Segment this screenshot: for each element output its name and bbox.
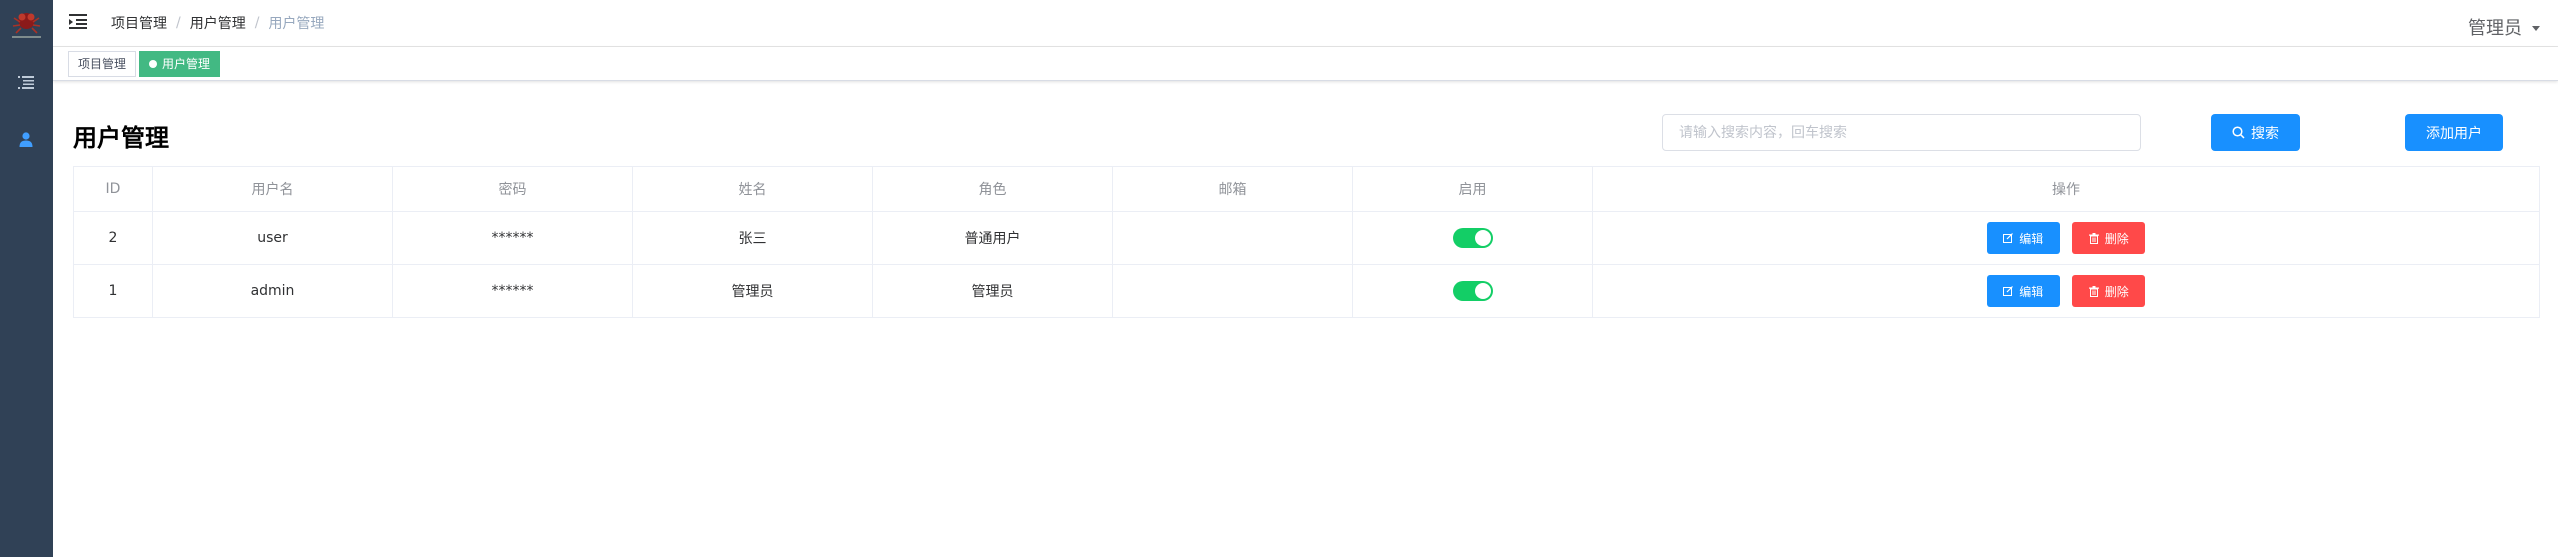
- cell-role: 普通用户: [872, 211, 1113, 265]
- enabled-switch[interactable]: [1452, 281, 1493, 301]
- switch-knob: [1474, 283, 1491, 299]
- column-header-id: ID: [73, 166, 153, 212]
- top-navbar: 项目管理 / 用户管理 / 用户管理 管理员: [53, 0, 2558, 47]
- user-menu-label: 管理员: [2468, 18, 2522, 39]
- tags-view-bar: 项目管理 用户管理: [53, 47, 2558, 81]
- cell-password: ******: [392, 211, 633, 265]
- search-button-label: 搜索: [2251, 125, 2279, 142]
- cell-username: user: [152, 211, 393, 265]
- column-header-name: 姓名: [632, 166, 873, 212]
- user-menu-dropdown[interactable]: 管理员: [2468, 14, 2540, 40]
- cell-name: 张三: [632, 211, 873, 265]
- app-logo: [8, 6, 45, 43]
- menu-list-icon[interactable]: [15, 72, 37, 94]
- breadcrumb-item[interactable]: 项目管理: [111, 13, 167, 33]
- hamburger-icon[interactable]: [68, 11, 88, 31]
- cell-actions: 编辑 删除: [1592, 264, 2540, 318]
- tag-project-management[interactable]: 项目管理: [68, 51, 137, 77]
- edit-button[interactable]: 编辑: [1986, 222, 2060, 254]
- breadcrumb-separator: /: [254, 15, 260, 31]
- active-dot-icon: [149, 60, 157, 68]
- page-title: 用户管理: [73, 124, 169, 152]
- cell-role: 管理员: [872, 264, 1113, 318]
- delete-button[interactable]: 删除: [2072, 222, 2146, 254]
- column-header-email: 邮箱: [1112, 166, 1353, 212]
- delete-button-label: 删除: [2104, 231, 2129, 246]
- column-header-username: 用户名: [152, 166, 393, 212]
- search-input[interactable]: [1662, 114, 2141, 151]
- cell-actions: 编辑 删除: [1592, 211, 2540, 265]
- edit-icon: [2003, 233, 2014, 243]
- delete-button-label: 删除: [2104, 284, 2129, 299]
- table-row: 1 admin ****** 管理员 管理员 编辑 删除: [73, 264, 2540, 318]
- tag-label: 项目管理: [78, 57, 127, 71]
- column-header-enabled: 启用: [1352, 166, 1593, 212]
- table-row: 2 user ****** 张三 普通用户 编辑 删除: [73, 211, 2540, 265]
- enabled-switch[interactable]: [1452, 228, 1493, 248]
- cell-name: 管理员: [632, 264, 873, 318]
- trash-icon: [2088, 285, 2099, 297]
- cell-enabled: [1352, 264, 1593, 318]
- edit-button[interactable]: 编辑: [1986, 275, 2060, 307]
- sidebar: [0, 0, 53, 557]
- tag-label: 用户管理: [162, 57, 211, 71]
- user-icon[interactable]: [15, 128, 37, 150]
- trash-icon: [2088, 232, 2099, 244]
- edit-button-label: 编辑: [2019, 284, 2044, 299]
- cell-enabled: [1352, 211, 1593, 265]
- cell-email: [1112, 264, 1353, 318]
- switch-knob: [1474, 230, 1491, 246]
- tag-user-management[interactable]: 用户管理: [139, 51, 221, 77]
- column-header-actions: 操作: [1592, 166, 2540, 212]
- cell-email: [1112, 211, 1353, 265]
- table-header-row: ID 用户名 密码 姓名 角色 邮箱 启用 操作: [73, 166, 2540, 212]
- edit-icon: [2003, 286, 2014, 296]
- column-header-role: 角色: [872, 166, 1113, 212]
- cell-id: 1: [73, 264, 153, 318]
- add-user-button[interactable]: 添加用户: [2405, 114, 2503, 151]
- caret-down-icon: [2532, 25, 2540, 31]
- cell-username: admin: [152, 264, 393, 318]
- search-icon: [2232, 126, 2245, 139]
- cell-id: 2: [73, 211, 153, 265]
- breadcrumb-current: 用户管理: [268, 16, 325, 32]
- column-header-password: 密码: [392, 166, 633, 212]
- user-table: ID 用户名 密码 姓名 角色 邮箱 启用 操作 2 user ****** 张…: [73, 166, 2540, 318]
- breadcrumb: 项目管理 / 用户管理 / 用户管理: [111, 13, 324, 33]
- search-button[interactable]: 搜索: [2211, 114, 2300, 151]
- delete-button[interactable]: 删除: [2072, 275, 2146, 307]
- breadcrumb-separator: /: [176, 15, 181, 31]
- edit-button-label: 编辑: [2019, 231, 2044, 246]
- cell-password: ******: [392, 264, 633, 318]
- breadcrumb-item[interactable]: 用户管理: [190, 13, 246, 33]
